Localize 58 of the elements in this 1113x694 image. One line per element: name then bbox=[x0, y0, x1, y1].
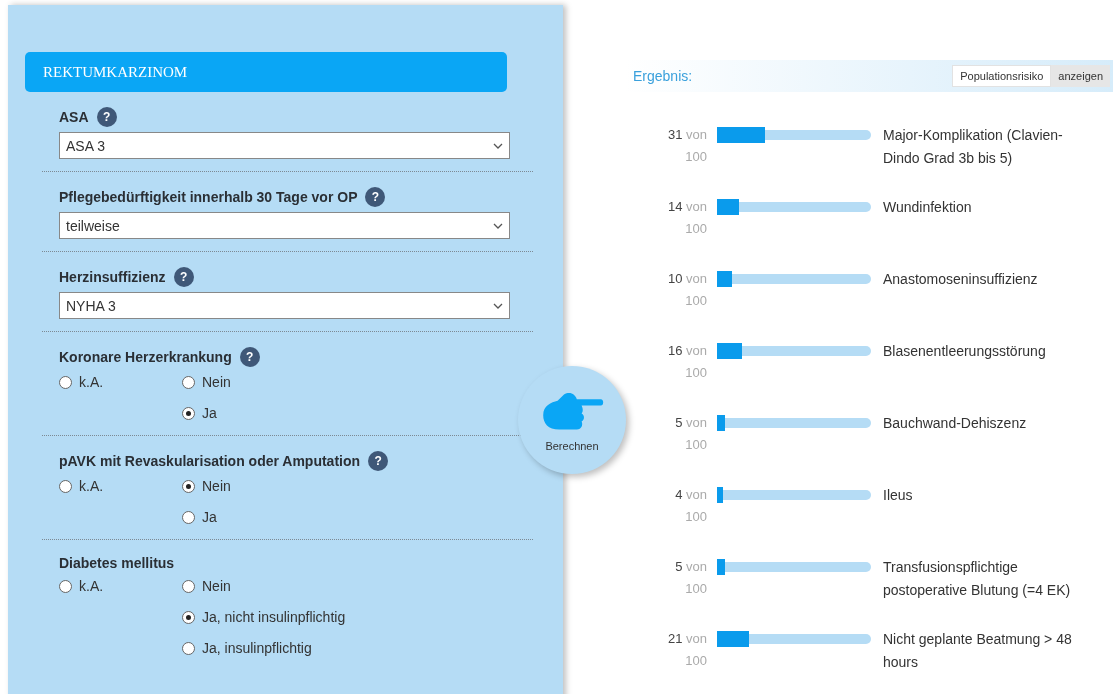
help-icon[interactable]: ? bbox=[365, 187, 386, 207]
field-label: Koronare Herzerkrankung bbox=[59, 349, 232, 365]
radio-button[interactable] bbox=[182, 479, 195, 493]
risk-label: Bauchwand-Dehiszenz bbox=[883, 414, 1028, 433]
risk-label: Blasenentleerungsstörung bbox=[883, 342, 1047, 361]
option-label[interactable]: Nein bbox=[202, 374, 231, 390]
radio-button[interactable] bbox=[182, 641, 195, 655]
option-label[interactable]: k.A. bbox=[79, 578, 104, 594]
risk-count: 5 von 100 bbox=[674, 558, 707, 598]
radio-button[interactable] bbox=[182, 406, 195, 420]
radio-button[interactable] bbox=[182, 375, 195, 389]
calculate-button[interactable]: Berechnen bbox=[518, 366, 626, 474]
radio-button[interactable] bbox=[59, 375, 72, 389]
field-label: Herzinsuffizienz bbox=[59, 269, 166, 285]
radio-button[interactable] bbox=[59, 579, 72, 593]
field-label: Diabetes mellitus bbox=[59, 555, 175, 571]
option-label[interactable]: k.A. bbox=[79, 374, 104, 390]
risk-count: 4 von 100 bbox=[674, 486, 707, 526]
radio-button[interactable] bbox=[182, 579, 195, 593]
risk-count: 14 von 100 bbox=[666, 198, 707, 238]
option-label[interactable]: Ja, insulinpflichtig bbox=[202, 640, 312, 656]
risk-count: 16 von 100 bbox=[666, 342, 707, 382]
chevron-icon bbox=[493, 222, 503, 229]
help-icon[interactable]: ? bbox=[368, 451, 389, 471]
field-label: ASA bbox=[59, 109, 89, 125]
form-title: REKTUMKARZINOM bbox=[25, 52, 507, 92]
option-label[interactable]: Nein bbox=[202, 478, 231, 494]
help-icon[interactable]: ? bbox=[96, 107, 117, 127]
option-label[interactable]: k.A. bbox=[79, 478, 104, 494]
dropdown-field[interactable]: teilweise bbox=[59, 212, 510, 239]
chevron-icon bbox=[493, 302, 503, 309]
help-icon[interactable]: ? bbox=[239, 347, 260, 367]
option-label[interactable]: Ja bbox=[202, 509, 217, 525]
risk-count: 5 von 100 bbox=[674, 414, 707, 454]
result-title: Ergebnis: bbox=[633, 68, 693, 84]
radio-button[interactable] bbox=[182, 610, 195, 624]
chevron-icon bbox=[493, 142, 503, 149]
help-icon[interactable]: ? bbox=[173, 267, 194, 287]
risk-label: Anastomoseninsuffizienz bbox=[883, 270, 1039, 289]
option-label[interactable]: Ja bbox=[202, 405, 217, 421]
risk-label: Wundinfektion bbox=[883, 198, 973, 217]
option-label[interactable]: Ja, nicht insulinpflichtig bbox=[202, 609, 346, 625]
risk-count: 31 von 100 bbox=[666, 126, 707, 166]
risk-count: 21 von 100 bbox=[666, 630, 707, 670]
option-label[interactable]: Nein bbox=[202, 578, 231, 594]
radio-button[interactable] bbox=[59, 479, 72, 493]
dropdown-field[interactable]: ASA 3 bbox=[59, 132, 510, 159]
field-label: pAVK mit Revaskularisation oder Amputation bbox=[59, 453, 361, 469]
risk-label: Major-Komplikation (Clavien-Dindo Grad 3b bis 5) bbox=[883, 126, 1064, 168]
dropdown-field[interactable]: NYHA 3 bbox=[59, 292, 510, 319]
radio-button[interactable] bbox=[182, 510, 195, 524]
risk-label: Nicht geplante Beatmung > 48 hours bbox=[883, 630, 1073, 672]
show-button[interactable]: anzeigen bbox=[1051, 65, 1110, 87]
risk-count: 10 von 100 bbox=[666, 270, 707, 310]
population-label: Populationsrisiko bbox=[952, 65, 1052, 87]
risk-label: Transfusionspflichtige postoperative Blutung (=4 EK) bbox=[883, 558, 1072, 600]
field-label: Pflegebedürftigkeit innerhalb 30 Tage vor OP bbox=[59, 189, 358, 205]
risk-label: Ileus bbox=[883, 486, 914, 505]
